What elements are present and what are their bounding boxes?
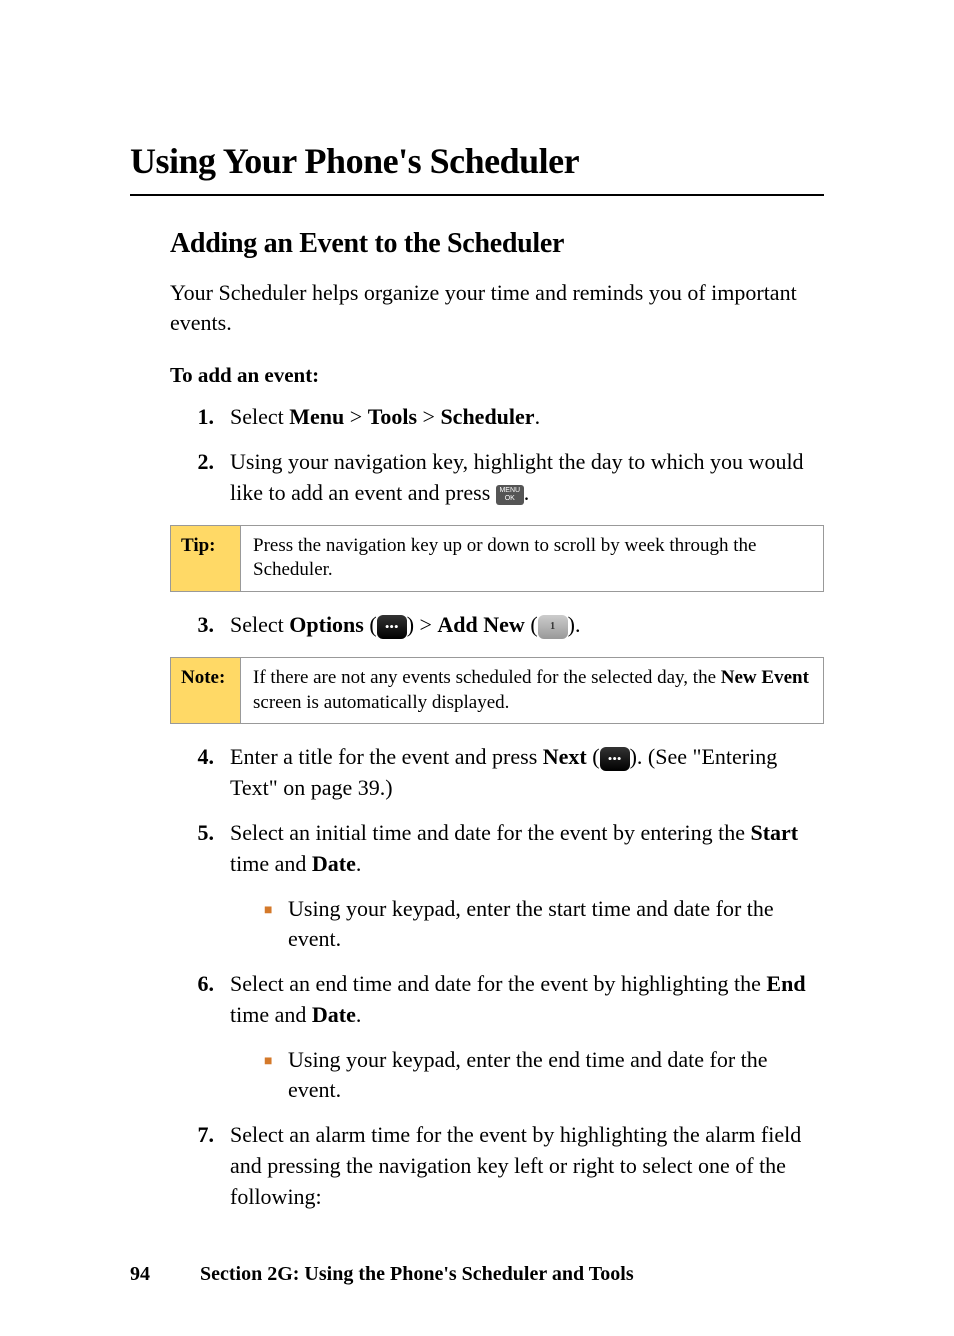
text: > [344,404,367,429]
note-callout: Note: If there are not any events schedu… [170,657,824,724]
tip-body: Press the navigation key up or down to s… [241,526,823,591]
step-6: 6. Select an end time and date for the e… [190,969,824,1031]
text: Select an initial time and date for the … [230,820,750,845]
right-softkey-icon: ••• [377,615,407,639]
tip-callout: Tip: Press the navigation key up or down… [170,525,824,592]
step-7: 7. Select an alarm time for the event by… [190,1120,824,1212]
note-body: If there are not any events scheduled fo… [241,658,823,723]
step-body: Select an alarm time for the event by hi… [230,1120,824,1212]
tip-label: Tip: [171,526,241,591]
text: > [417,404,440,429]
text: If there are not any events scheduled fo… [253,667,721,688]
date-label: Date [312,851,356,876]
page-footer: 94 Section 2G: Using the Phone's Schedul… [130,1263,824,1286]
step-5: 5. Select an initial time and date for t… [190,818,824,880]
tools-label: Tools [368,404,417,429]
step-number: 5. [190,818,230,880]
bullet-icon: ■ [264,1045,288,1107]
text: ( [364,612,377,637]
next-label: Next [543,744,587,769]
step-number: 6. [190,969,230,1031]
page-title: Using Your Phone's Scheduler [130,140,824,182]
section-heading: Adding an Event to the Scheduler [170,228,824,260]
step-body: Select an end time and date for the even… [230,969,824,1031]
step-3: 3. Select Options (•••) > Add New (1). [190,610,824,641]
sub-bullet-text: Using your keypad, enter the start time … [288,894,824,956]
sub-bullet-text: Using your keypad, enter the end time an… [288,1045,824,1107]
end-label: End [766,971,805,996]
text: ). [568,612,581,637]
menu-label: Menu [289,404,344,429]
scheduler-label: Scheduler [440,404,534,429]
step-1: 1. Select Menu > Tools > Scheduler. [190,402,824,433]
intro-paragraph: Your Scheduler helps organize your time … [170,278,824,337]
bullet-icon: ■ [264,894,288,956]
add-new-label: Add New [437,612,524,637]
text: Select an end time and date for the even… [230,971,766,996]
step-2: 2. Using your navigation key, highlight … [190,447,824,509]
title-rule [130,194,824,196]
left-softkey-icon: ••• [600,747,630,771]
text: . [524,480,530,505]
procedure-title: To add an event: [170,363,824,388]
step-4: 4. Enter a title for the event and press… [190,742,824,804]
step-number: 2. [190,447,230,509]
date-label: Date [312,1002,356,1027]
text: . [356,1002,362,1027]
step-body: Using your navigation key, highlight the… [230,447,824,509]
text: Enter a title for the event and press [230,744,543,769]
step-body: Select Menu > Tools > Scheduler. [230,402,824,433]
step-number: 1. [190,402,230,433]
note-label: Note: [171,658,241,723]
text: ( [525,612,538,637]
step-number: 3. [190,610,230,641]
text: screen is automatically displayed. [253,692,509,713]
text: . [535,404,541,429]
menu-ok-key-icon: MENU OK [496,485,524,505]
text: ( [587,744,600,769]
text: time and [230,1002,312,1027]
key-1-icon: 1 [538,615,568,639]
step-body: Select an initial time and date for the … [230,818,824,880]
step-body: Enter a title for the event and press Ne… [230,742,824,804]
options-label: Options [289,612,364,637]
section-reference: Section 2G: Using the Phone's Scheduler … [200,1263,634,1286]
new-event-label: New Event [721,667,809,688]
step-number: 4. [190,742,230,804]
start-label: Start [750,820,798,845]
step-5-sub: ■ Using your keypad, enter the start tim… [264,894,824,956]
text: . [356,851,362,876]
page-number: 94 [130,1263,160,1286]
step-6-sub: ■ Using your keypad, enter the end time … [264,1045,824,1107]
text: Select [230,612,289,637]
step-body: Select Options (•••) > Add New (1). [230,610,824,641]
step-number: 7. [190,1120,230,1212]
text: ) > [407,612,438,637]
text: time and [230,851,312,876]
text: Select [230,404,289,429]
